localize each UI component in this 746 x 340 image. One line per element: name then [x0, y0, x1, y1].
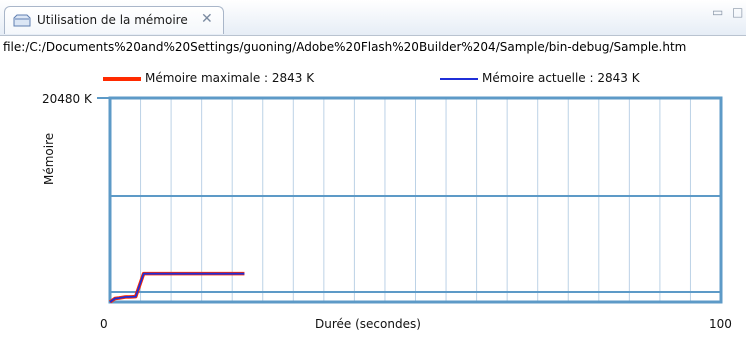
memory-usage-view: Utilisation de la mémoire ✕ ▭ □ file:/C:… — [0, 0, 746, 340]
memory-chart — [97, 96, 723, 304]
